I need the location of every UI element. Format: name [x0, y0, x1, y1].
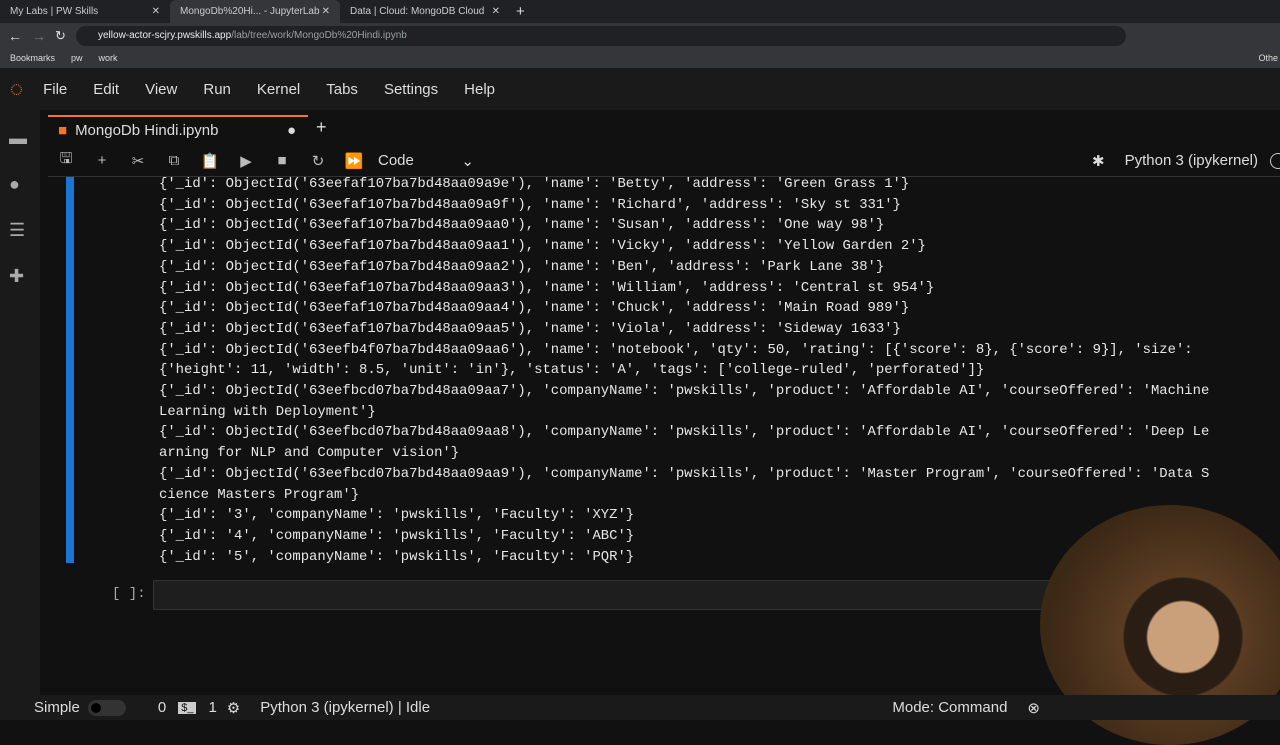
cut-icon[interactable]: ✂ — [120, 152, 156, 170]
cell-type-value: Code — [378, 151, 414, 169]
notebook-icon: ■ — [58, 121, 68, 139]
output-line: {'_id': '4', 'companyName': 'pwskills', … — [159, 527, 635, 544]
jupyter-logo-icon: ◌ — [10, 76, 24, 101]
simple-mode-label: Simple — [34, 699, 80, 716]
extension-icon[interactable]: ✚ — [9, 266, 31, 286]
tab-title: Data | Cloud: MongoDB Cloud — [350, 6, 485, 17]
close-icon[interactable]: ✕ — [152, 6, 160, 17]
output-line: {'_id': '5', 'companyName': 'pwskills', … — [159, 548, 635, 565]
output-line: {'_id': ObjectId('63eefaf107ba7bd48aa09a… — [159, 196, 901, 213]
restart-icon[interactable]: ↻ — [300, 152, 336, 170]
output-line: {'_id': ObjectId('63eefbcd07ba7bd48aa09a… — [159, 383, 1210, 400]
output-line: {'_id': ObjectId('63eefaf107ba7bd48aa09a… — [159, 258, 885, 275]
running-icon[interactable]: ● — [9, 174, 31, 194]
back-icon[interactable]: ← — [8, 28, 22, 44]
simple-mode-toggle[interactable] — [87, 699, 126, 716]
folder-icon[interactable]: ▬ — [9, 128, 31, 148]
bookmark-folder-work[interactable]: work — [99, 53, 118, 63]
bookmark-folder-pw[interactable]: pw — [71, 53, 83, 63]
output-line: {'_id': ObjectId('63eefb4f07ba7bd48aa09a… — [159, 341, 1193, 358]
browser-tab[interactable]: My Labs | PW Skills ✕ — [0, 0, 170, 23]
tab-title: MongoDb%20Hi... - JupyterLab — [180, 6, 320, 17]
toc-icon[interactable]: ☰ — [9, 220, 31, 240]
menu-file[interactable]: File — [43, 81, 67, 98]
unsaved-dot-icon[interactable]: ● — [287, 122, 296, 139]
url-path: /lab/tree/work/MongoDb%20Hindi.ipynb — [231, 30, 407, 41]
terminal-icon[interactable]: $_ — [178, 701, 197, 714]
kernel-status[interactable]: Python 3 (ipykernel) | Idle — [260, 699, 430, 716]
kernels-count: 1 — [208, 699, 217, 716]
menu-help[interactable]: Help — [464, 81, 495, 98]
notebook-tab-title: MongoDb Hindi.ipynb — [75, 121, 219, 139]
left-sidebar: ▬ ● ☰ ✚ — [0, 110, 40, 695]
menu-view[interactable]: View — [145, 81, 177, 98]
jupyter-menubar: ◌ File Edit View Run Kernel Tabs Setting… — [0, 68, 1280, 110]
forward-icon[interactable]: → — [32, 28, 46, 44]
url-host: yellow-actor-scjry.pwskills.app — [98, 30, 232, 41]
output-line: {'_id': ObjectId('63eefbcd07ba7bd48aa09a… — [159, 465, 1210, 482]
tab-title: My Labs | PW Skills — [10, 6, 99, 17]
menu-edit[interactable]: Edit — [93, 81, 119, 98]
output-line: {'_id': ObjectId('63eefbcd07ba7bd48aa09a… — [159, 424, 1210, 441]
settings-gear-icon[interactable]: ⚙ — [227, 699, 240, 717]
status-bar: Simple 0 $_ 1 ⚙ Python 3 (ipykernel) | I… — [0, 695, 1280, 720]
notification-icon[interactable]: ⊗ — [1027, 699, 1040, 717]
output-line: {'_id': ObjectId('63eefaf107ba7bd48aa09a… — [159, 300, 910, 317]
cell-type-select[interactable]: Code ⌄ — [378, 152, 474, 170]
stop-icon[interactable]: ■ — [264, 152, 300, 169]
copy-icon[interactable]: ⧉ — [156, 152, 192, 169]
browser-tab-strip: My Labs | PW Skills ✕ MongoDb%20Hi... - J… — [0, 0, 1280, 23]
menu-settings[interactable]: Settings — [384, 81, 438, 98]
menu-tabs[interactable]: Tabs — [326, 81, 358, 98]
bookmarks-item[interactable]: Bookmarks — [10, 53, 55, 63]
new-tab-icon[interactable]: + — [516, 3, 525, 20]
output-line: {'_id': ObjectId('63eefaf107ba7bd48aa09a… — [159, 320, 901, 337]
notebook-tab[interactable]: ■ MongoDb Hindi.ipynb ● — [48, 115, 308, 143]
paste-icon[interactable]: 📋 — [192, 152, 228, 170]
browser-tab[interactable]: Data | Cloud: MongoDB Cloud ✕ — [340, 0, 510, 23]
notebook-toolbar: 🖫 + ✂ ⧉ 📋 ▶ ■ ↻ ⏩ Code ⌄ ✱ Python 3 (ipyk… — [48, 145, 1280, 177]
other-bookmarks[interactable]: Othe — [1258, 53, 1278, 63]
output-line: {'_id': ObjectId('63eefaf107ba7bd48aa09a… — [159, 177, 910, 192]
output-line: {'_id': ObjectId('63eefaf107ba7bd48aa09a… — [159, 238, 926, 255]
add-cell-icon[interactable]: + — [84, 152, 120, 169]
output-line: Learning with Deployment'} — [159, 403, 376, 420]
output-line: {'height': 11, 'width': 8.5, 'unit': 'in… — [159, 362, 985, 379]
menu-kernel[interactable]: Kernel — [257, 81, 300, 98]
kernel-status-icon — [1270, 152, 1280, 169]
output-line: {'_id': ObjectId('63eefaf107ba7bd48aa09a… — [159, 217, 885, 234]
run-icon[interactable]: ▶ — [228, 152, 264, 170]
reload-icon[interactable]: ↻ — [55, 28, 66, 44]
bookmarks-bar: Bookmarks pw work Othe — [0, 48, 1280, 68]
output-line: arning for NLP and Computer vision'} — [159, 445, 460, 462]
address-bar-row: ← → ↻ yellow-actor-scjry.pwskills.app/la… — [0, 23, 1280, 48]
browser-tab-active[interactable]: MongoDb%20Hi... - JupyterLab ✕ — [170, 0, 340, 23]
code-input[interactable] — [153, 580, 1153, 610]
debugger-icon[interactable]: ✱ — [1092, 152, 1105, 170]
menu-run[interactable]: Run — [203, 81, 231, 98]
fast-forward-icon[interactable]: ⏩ — [336, 152, 372, 170]
terminals-count: 0 — [157, 699, 167, 716]
mode-indicator: Mode: Command — [892, 699, 1008, 716]
output-line: {'_id': ObjectId('63eefaf107ba7bd48aa09a… — [159, 279, 935, 296]
close-icon[interactable]: ✕ — [492, 6, 500, 17]
chevron-down-icon: ⌄ — [461, 152, 474, 170]
cell-output: {'_id': ObjectId('63eefaf107ba7bd48aa09a… — [48, 177, 1280, 572]
save-icon[interactable]: 🖫 — [48, 148, 84, 173]
input-prompt: [ ]: — [112, 586, 146, 602]
output-text: {'_id': ObjectId('63eefaf107ba7bd48aa09a… — [159, 177, 1209, 567]
url-input[interactable]: yellow-actor-scjry.pwskills.app/lab/tree… — [76, 25, 1126, 46]
output-line: {'_id': '3', 'companyName': 'pwskills', … — [159, 507, 635, 524]
new-launcher-icon[interactable]: + — [316, 117, 327, 138]
output-line: cience Masters Program'} — [159, 486, 360, 503]
kernel-name[interactable]: Python 3 (ipykernel) — [1125, 152, 1258, 169]
cell-collapser[interactable] — [66, 177, 74, 563]
close-icon[interactable]: ✕ — [322, 6, 330, 17]
